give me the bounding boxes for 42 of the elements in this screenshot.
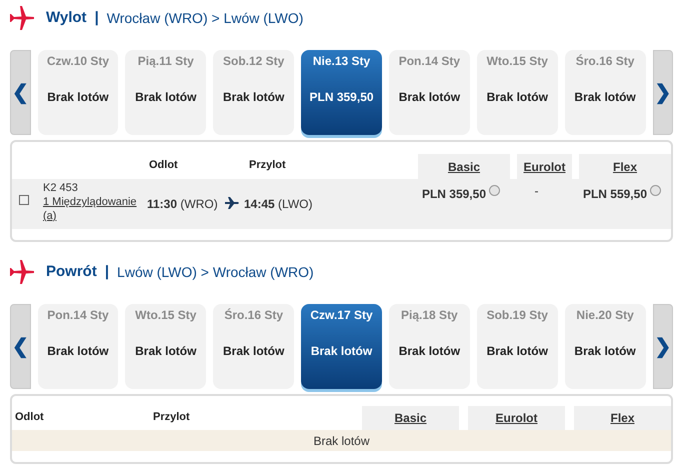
date-tab[interactable]: Czw.10 Sty Brak lotów (38, 50, 118, 135)
next-dates-button[interactable]: ❯ (652, 304, 674, 389)
next-dates-button[interactable]: ❯ (652, 50, 674, 135)
date-tab[interactable]: Śro.16 Sty Brak lotów (564, 50, 646, 135)
date-tab[interactable]: Wto.15 Sty Brak lotów (125, 304, 206, 389)
date-tab[interactable]: Pon.14 Sty Brak lotów (388, 50, 470, 135)
column-header: Odlot (15, 410, 45, 424)
route-text: Wrocław (WRO) > Lwów (LWO) (106, 8, 304, 28)
date-tab[interactable]: Pon.14 Sty Brak lotów (38, 304, 118, 389)
date-tab[interactable]: Wto.15 Sty Brak lotów (476, 50, 558, 135)
date-tab[interactable]: Nie.13 Sty PLN 359,50 (301, 50, 382, 135)
stopover-link[interactable]: 1 Międzylądowanie (a) (43, 195, 147, 223)
fare-column-header[interactable]: Basic (418, 154, 510, 179)
date-tab[interactable]: Sob.19 Sty Brak lotów (476, 304, 558, 389)
flight-number: K2 453 (43, 181, 79, 195)
arrival-time: 14:45 (LWO) (244, 196, 312, 213)
fare-column-header[interactable]: Flex (574, 406, 671, 430)
date-tab[interactable]: Nie.20 Sty Brak lotów (564, 304, 646, 389)
fare-price: PLN 559,50 (582, 186, 647, 203)
section-title: Powrót (46, 262, 97, 282)
column-header: Przylot (249, 158, 286, 172)
fare-column-header[interactable]: Basic (362, 406, 459, 430)
fare-column-header[interactable]: Flex (579, 154, 671, 179)
empty-results-row: Brak lotów (12, 430, 671, 451)
fare-column-header[interactable]: Eurolot (468, 406, 565, 430)
date-tab[interactable]: Śro.16 Sty Brak lotów (213, 304, 294, 389)
previous-dates-button[interactable]: ❮ (10, 304, 31, 389)
column-header: Przylot (153, 410, 190, 424)
previous-dates-button[interactable]: ❮ (10, 50, 31, 135)
section-title: Wylot (46, 8, 87, 28)
fare-column-header[interactable]: Eurolot (517, 154, 572, 179)
column-header: Odlot (149, 158, 179, 172)
fare-unavailable: - (534, 183, 538, 200)
date-tab[interactable]: Pią.18 Sty Brak lotów (388, 304, 470, 389)
date-tab[interactable]: Pią.11 Sty Brak lotów (125, 50, 206, 135)
fare-price: PLN 359,50 (422, 186, 486, 203)
date-tab[interactable]: Czw.17 Sty Brak lotów (301, 304, 382, 389)
route-text: Lwów (LWO) > Wrocław (WRO) (117, 262, 314, 282)
date-tab[interactable]: Sob.12 Sty Brak lotów (213, 50, 294, 135)
separator: | (104, 262, 110, 282)
separator: | (94, 8, 99, 28)
departure-time: 11:30 (WRO) (147, 196, 219, 213)
